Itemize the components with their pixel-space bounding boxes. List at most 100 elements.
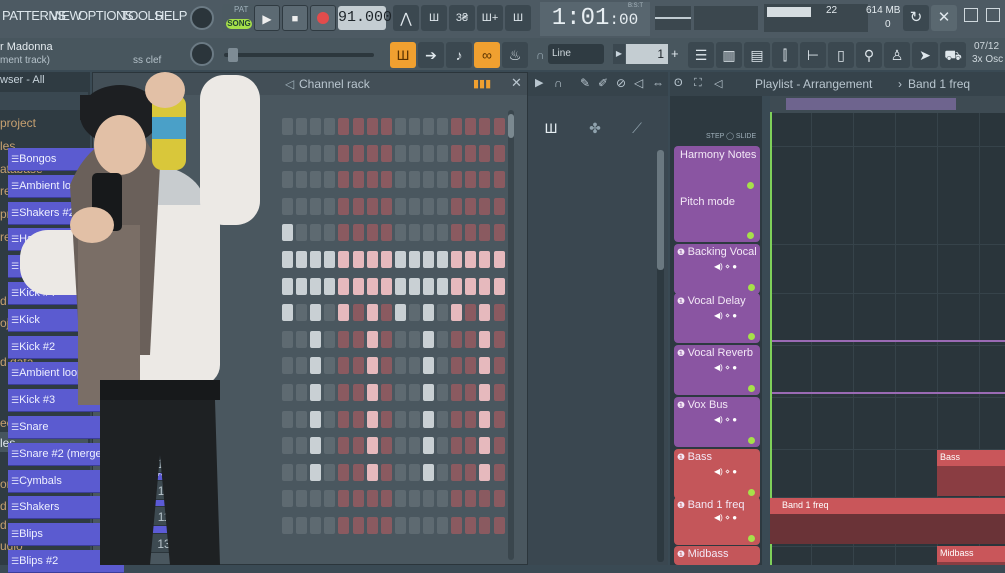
step-button[interactable]: [423, 410, 434, 428]
track-led[interactable]: [747, 232, 754, 239]
step-button[interactable]: [493, 384, 505, 401]
step-button[interactable]: [423, 517, 434, 534]
step-button[interactable]: [465, 437, 477, 455]
step-button[interactable]: [310, 517, 322, 534]
step-button[interactable]: [352, 384, 364, 401]
step-button[interactable]: [282, 224, 293, 242]
step-button[interactable]: [310, 171, 322, 189]
play-button[interactable]: ▶: [254, 5, 280, 31]
step-button[interactable]: [394, 224, 406, 242]
step-button[interactable]: [324, 197, 336, 215]
track-header[interactable]: ❶ Vocal Reverb ◀) ⋄ ●: [674, 345, 760, 395]
track-led[interactable]: [748, 535, 755, 542]
step-button[interactable]: [423, 277, 434, 295]
track-led[interactable]: [748, 385, 755, 392]
step-button[interactable]: [282, 384, 293, 401]
pattern-view-icon[interactable]: Ш: [536, 120, 566, 146]
step-button[interactable]: [437, 277, 449, 295]
step-button[interactable]: [380, 118, 392, 135]
step-button[interactable]: [296, 517, 308, 534]
step-button[interactable]: [451, 171, 463, 189]
step-button[interactable]: [408, 171, 420, 189]
step-button[interactable]: [352, 517, 364, 534]
step-button[interactable]: [282, 118, 293, 135]
step-button[interactable]: [282, 517, 293, 534]
step-button[interactable]: [493, 251, 505, 268]
track-header[interactable]: ❶ Vox Bus ◀) ⋄ ●: [674, 397, 760, 447]
track-harmony[interactable]: Harmony Notes Pitch mode: [674, 146, 760, 242]
step-button[interactable]: [493, 330, 505, 348]
track-controls-icon[interactable]: ◀) ⋄ ●: [714, 415, 737, 424]
step-button[interactable]: [310, 304, 322, 322]
track-led[interactable]: [748, 437, 755, 444]
step-button[interactable]: [310, 277, 322, 295]
step-button[interactable]: [324, 517, 336, 534]
step-button[interactable]: [352, 410, 364, 428]
step-button[interactable]: [352, 197, 364, 215]
channel-rack-icon[interactable]: ▤: [744, 42, 770, 68]
step-button[interactable]: [380, 517, 392, 534]
step-button[interactable]: [437, 437, 449, 455]
step-button[interactable]: [479, 118, 491, 135]
step-button[interactable]: [338, 224, 350, 242]
step-button[interactable]: [479, 197, 491, 215]
step-button[interactable]: [324, 171, 336, 189]
piano-icon[interactable]: ▥: [716, 42, 742, 68]
audio-view-icon[interactable]: ✤: [580, 120, 610, 146]
link-icon[interactable]: ∞: [474, 42, 500, 68]
step-button[interactable]: [366, 517, 378, 534]
step-button[interactable]: [324, 224, 336, 242]
step-button[interactable]: [479, 437, 491, 455]
delete-icon[interactable]: ⊘: [616, 76, 626, 90]
record-button[interactable]: [310, 5, 336, 31]
track-header[interactable]: ❶ Bass ◀) ⋄ ●: [674, 449, 760, 499]
step-button[interactable]: [324, 118, 336, 135]
overview-window[interactable]: [786, 98, 956, 110]
step-button[interactable]: [493, 304, 505, 322]
step-button[interactable]: [380, 410, 392, 428]
step-value-field[interactable]: 1: [626, 44, 668, 64]
minimize-window-icon[interactable]: [964, 8, 978, 22]
mute-icon[interactable]: ◁: [634, 76, 643, 90]
step-button[interactable]: [380, 330, 392, 348]
step-button[interactable]: [380, 277, 392, 295]
step-button[interactable]: [479, 251, 491, 268]
step-button[interactable]: [493, 144, 505, 162]
clip-band-1-freq[interactable]: Band 1 freq: [770, 498, 1005, 514]
track-controls-icon[interactable]: ◀) ⋄ ●: [714, 262, 737, 271]
step-button[interactable]: [338, 144, 350, 162]
step-button[interactable]: [282, 251, 293, 268]
step-button[interactable]: [394, 330, 406, 348]
speaker-icon[interactable]: ◁: [714, 77, 722, 90]
step-button[interactable]: [366, 224, 378, 242]
step-button[interactable]: [394, 517, 406, 534]
magnet-icon[interactable]: ∩: [536, 48, 545, 62]
step-button[interactable]: [451, 251, 463, 268]
step-button[interactable]: [366, 330, 378, 348]
step-button[interactable]: [493, 197, 505, 215]
step-button[interactable]: [352, 357, 364, 375]
step-button[interactable]: [282, 490, 293, 508]
step-button[interactable]: [423, 437, 434, 455]
step-button[interactable]: [394, 118, 406, 135]
clip-bass[interactable]: Bass: [937, 450, 1005, 466]
step-button[interactable]: [324, 304, 336, 322]
step-button[interactable]: [394, 251, 406, 268]
track-controls-icon[interactable]: ◀) ⋄ ●: [714, 513, 737, 522]
step-button[interactable]: [408, 410, 420, 428]
step-button[interactable]: [479, 490, 491, 508]
step-button[interactable]: [437, 517, 449, 534]
step-button[interactable]: [465, 224, 477, 242]
step-button[interactable]: [394, 171, 406, 189]
step-button[interactable]: [394, 304, 406, 322]
wait-record-icon[interactable]: Ш: [421, 5, 447, 31]
step-button[interactable]: [282, 197, 293, 215]
step-button[interactable]: [408, 304, 420, 322]
step-button[interactable]: [493, 517, 505, 534]
step-button[interactable]: [296, 144, 308, 162]
step-button[interactable]: [296, 330, 308, 348]
step-button[interactable]: [352, 490, 364, 508]
step-button[interactable]: [394, 463, 406, 481]
step-button[interactable]: [282, 277, 293, 295]
step-button[interactable]: [352, 144, 364, 162]
